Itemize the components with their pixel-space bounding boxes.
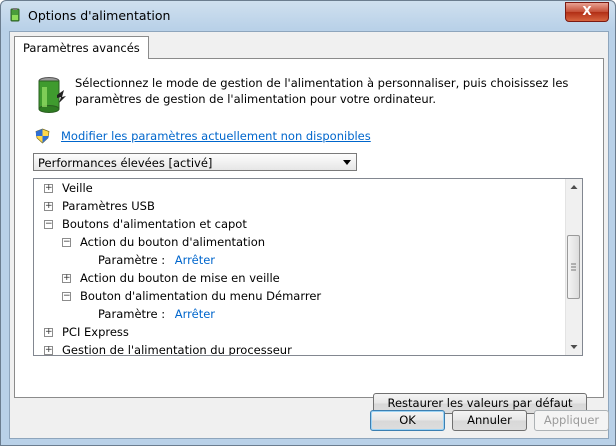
tree-setting-start-menu-button[interactable]: Paramètre : Arrêter <box>98 305 215 323</box>
expand-icon[interactable]: + <box>44 202 53 211</box>
power-plan-select[interactable]: Performances élevées [activé] <box>33 153 357 171</box>
power-options-window: Options d'alimentation X Paramètres avan… <box>0 0 616 446</box>
expand-icon[interactable]: + <box>44 184 53 193</box>
scroll-down-icon[interactable] <box>566 339 582 355</box>
tree-item-power-button-action[interactable]: − Action du bouton d'alimentation <box>62 233 265 251</box>
tab-panel: Sélectionnez le mode de gestion de l'ali… <box>14 58 604 414</box>
tree-item-label: PCI Express <box>62 325 129 339</box>
dialog-client-area: Paramètres avancés Sélectionnez le mode … <box>9 31 609 439</box>
tree-item-label: Gestion de l'alimentation du processeur <box>62 343 292 356</box>
apply-button[interactable]: Appliquer <box>534 410 609 431</box>
grip-icon <box>571 263 576 271</box>
uac-shield-icon <box>35 128 50 144</box>
tree-item-sleep-button-action[interactable]: + Action du bouton de mise en veille <box>62 269 280 287</box>
settings-tree[interactable]: + Veille + Paramètres USB − Boutons d'al… <box>33 178 583 356</box>
window-title: Options d'alimentation <box>28 8 171 23</box>
tab-advanced-settings[interactable]: Paramètres avancés <box>14 36 149 59</box>
collapse-icon[interactable]: − <box>44 220 53 229</box>
ok-button[interactable]: OK <box>370 410 445 431</box>
modify-unavailable-settings-link[interactable]: Modifier les paramètres actuellement non… <box>61 129 371 143</box>
vertical-scrollbar[interactable] <box>565 179 582 355</box>
setting-value-link[interactable]: Arrêter <box>175 253 215 267</box>
power-plan-value: Performances élevées [activé] <box>38 156 213 170</box>
tree-item-start-menu-power-button[interactable]: − Bouton d'alimentation du menu Démarrer <box>62 287 321 305</box>
collapse-icon[interactable]: − <box>62 238 71 247</box>
scroll-up-icon[interactable] <box>566 179 582 195</box>
expand-icon[interactable]: + <box>44 346 53 355</box>
chevron-down-icon <box>343 160 351 165</box>
expand-icon[interactable]: + <box>62 274 71 283</box>
cancel-button[interactable]: Annuler <box>452 410 527 431</box>
close-button[interactable]: X <box>565 2 609 22</box>
tree-item-label: Paramètres USB <box>62 199 155 213</box>
scrollbar-thumb[interactable] <box>567 235 580 299</box>
setting-value-link[interactable]: Arrêter <box>175 307 215 321</box>
tree-item-processor-power[interactable]: + Gestion de l'alimentation du processeu… <box>44 341 292 356</box>
setting-label: Paramètre : <box>98 307 166 321</box>
collapse-icon[interactable]: − <box>62 292 71 301</box>
battery-icon <box>38 77 66 113</box>
tree-item-label: Boutons d'alimentation et capot <box>62 217 247 231</box>
expand-icon[interactable]: + <box>44 328 53 337</box>
tree-item-power-buttons[interactable]: − Boutons d'alimentation et capot <box>44 215 247 233</box>
tree-setting-power-button[interactable]: Paramètre : Arrêter <box>98 251 215 269</box>
title-bar[interactable]: Options d'alimentation X <box>1 1 615 31</box>
tree-item-label: Action du bouton de mise en veille <box>80 271 280 285</box>
tree-item-label: Action du bouton d'alimentation <box>80 235 266 249</box>
power-options-icon <box>10 8 20 22</box>
setting-label: Paramètre : <box>98 253 166 267</box>
description-text: Sélectionnez le mode de gestion de l'ali… <box>75 76 569 106</box>
tree-item-usb[interactable]: + Paramètres USB <box>44 197 155 215</box>
tree-item-label: Veille <box>62 181 93 195</box>
tree-item-veille[interactable]: + Veille <box>44 179 93 197</box>
tree-item-pci-express[interactable]: + PCI Express <box>44 323 129 341</box>
tree-item-label: Bouton d'alimentation du menu Démarrer <box>80 289 322 303</box>
close-icon: X <box>582 4 592 18</box>
